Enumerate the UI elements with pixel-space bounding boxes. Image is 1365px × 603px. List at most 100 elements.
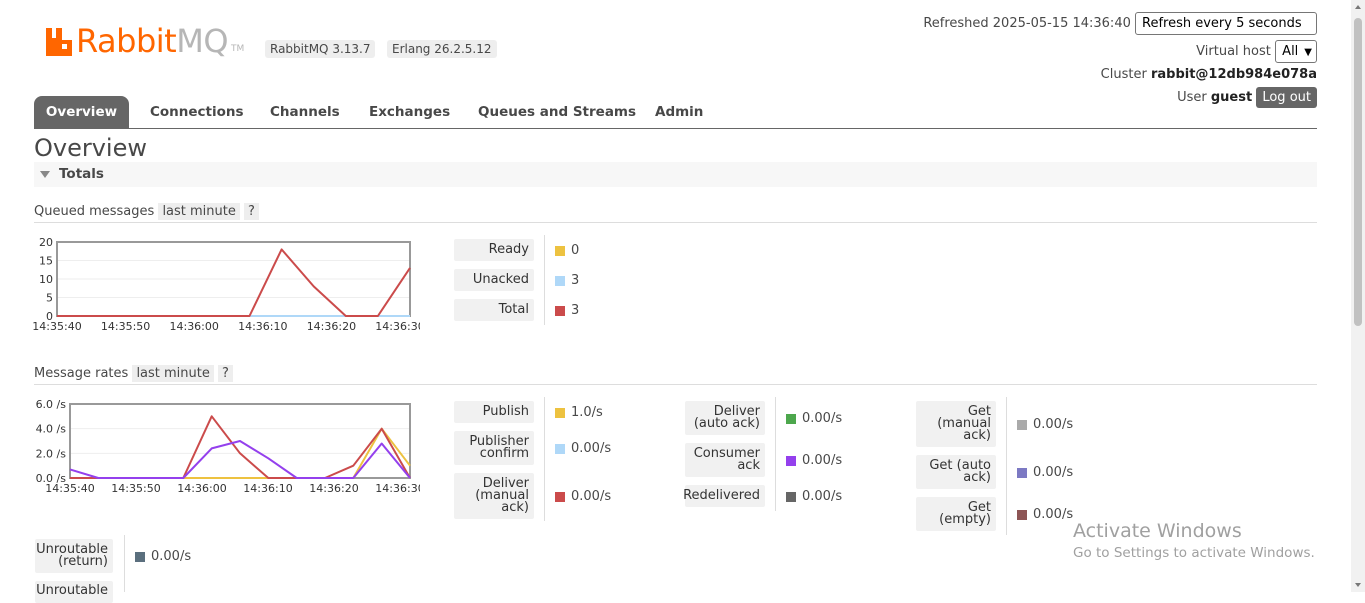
- x-tick-label: 14:35:50: [111, 482, 160, 495]
- legend-total-label[interactable]: Total: [454, 299, 534, 321]
- tab-channels[interactable]: Channels: [252, 96, 358, 128]
- legend-publisher-confirm-label[interactable]: Publisher confirm: [454, 431, 534, 465]
- legend-deliver-manual-ack-label[interactable]: Deliver (manual ack): [454, 473, 534, 519]
- get-manual-ack-value: 0.00/s: [1017, 417, 1073, 432]
- activate-windows-title: Activate Windows: [1073, 520, 1242, 542]
- consumer-ack-swatch: [786, 455, 796, 466]
- cluster-name: rabbit@12db984e078a: [1150, 67, 1317, 82]
- total-value: 3: [555, 303, 579, 318]
- legend-get-auto-ack-label[interactable]: Get (auto ack): [916, 455, 996, 489]
- rates-help-button[interactable]: ?: [218, 365, 233, 382]
- legend-redelivered-label[interactable]: Redelivered: [683, 485, 765, 507]
- legend-publish-label[interactable]: Publish: [454, 401, 534, 423]
- unroutable-return-value: 0.00/s: [135, 549, 191, 564]
- rabbitmq-version-badge: RabbitMQ 3.13.7: [265, 40, 376, 58]
- deliver-manual-ack-value: 0.00/s: [555, 489, 611, 504]
- legend-divider: [775, 397, 776, 511]
- scroll-up-icon[interactable]: [1355, 5, 1361, 9]
- chevron-down-icon: ▼: [1304, 47, 1312, 58]
- deliver-manual-ack-swatch: [555, 491, 565, 502]
- ready-swatch: [555, 245, 565, 256]
- publish-value: 1.0/s: [555, 405, 603, 420]
- page-title: Overview: [34, 134, 147, 162]
- y-tick-label: 6.0 /s: [36, 398, 67, 411]
- tab-overview[interactable]: Overview: [34, 96, 129, 128]
- x-tick-label: 14:36:20: [309, 482, 358, 495]
- queued-messages-chart: 2015105014:35:40 14:35:50 14:36:00 14:36:10…: [32, 236, 420, 333]
- logo-text-mq: MQ: [176, 22, 228, 60]
- cluster-row: Cluster rabbit@12db984e078a: [1101, 67, 1317, 82]
- scrollbar-thumb[interactable]: [1354, 18, 1362, 326]
- erlang-version-badge: Erlang 26.2.5.12: [387, 40, 497, 58]
- queued-help-button[interactable]: ?: [244, 203, 259, 220]
- queued-messages-title: Queued messages: [34, 204, 155, 219]
- queued-messages-heading: Queued messages last minute ?: [34, 203, 259, 220]
- x-tick-label: 14:35:40: [32, 320, 81, 333]
- y-tick-label: 2.0 /s: [36, 447, 67, 460]
- legend-unroutable-return-label[interactable]: Unroutable (return): [35, 539, 113, 573]
- main-tabs: Overview Connections Channels Exchanges …: [34, 96, 1317, 129]
- rates-range-button[interactable]: last minute: [132, 365, 214, 382]
- legend-consumer-ack-label[interactable]: Consumer ack: [685, 443, 765, 477]
- legend-ready-label[interactable]: Ready: [454, 239, 534, 261]
- collapse-triangle-icon: [40, 171, 50, 178]
- unacked-value: 3: [555, 273, 579, 288]
- vhost-row: Virtual host All ▼: [1196, 40, 1317, 63]
- get-auto-ack-swatch: [1017, 467, 1027, 478]
- x-tick-label: 14:35:40: [45, 482, 94, 495]
- x-tick-label: 14:36:00: [169, 320, 218, 333]
- deliver-auto-ack-swatch: [786, 413, 796, 424]
- unroutable-return-swatch: [135, 551, 145, 562]
- cluster-label: Cluster: [1100, 67, 1147, 82]
- tab-exchanges[interactable]: Exchanges: [351, 96, 468, 128]
- legend-get-empty-label[interactable]: Get (empty): [916, 497, 996, 531]
- activate-windows-subtitle: Go to Settings to activate Windows.: [1073, 545, 1315, 561]
- x-tick-label: 14:36:20: [307, 320, 356, 333]
- y-tick-label: 4.0 /s: [36, 423, 67, 436]
- scroll-down-icon[interactable]: [1355, 583, 1361, 587]
- x-tick-label: 14:36:30: [375, 320, 420, 333]
- legend-divider: [124, 535, 125, 592]
- legend-divider: [544, 235, 545, 325]
- get-empty-value: 0.00/s: [1017, 507, 1073, 522]
- ready-value: 0: [555, 243, 579, 258]
- refresh-interval-select[interactable]: Refresh every 5 seconds▼: [1135, 12, 1317, 50]
- message-rates-chart: 6.0 /s4.0 /s2.0 /s0.0 /s14:35:40 14:35:50…: [36, 398, 420, 495]
- refreshed-timestamp: Refreshed 2025-05-15 14:36:40: [923, 16, 1131, 31]
- refresh-row: Refreshed 2025-05-15 14:36:40 Refresh ev…: [923, 12, 1317, 50]
- vhost-select[interactable]: All ▼: [1275, 40, 1317, 63]
- tab-queues-and-streams[interactable]: Queues and Streams: [460, 96, 654, 128]
- page-scrollbar[interactable]: [1351, 0, 1365, 592]
- tab-connections[interactable]: Connections: [132, 96, 262, 128]
- queued-range-button[interactable]: last minute: [158, 203, 240, 220]
- consumer-ack-value: 0.00/s: [786, 453, 842, 468]
- divider: [34, 222, 1317, 223]
- publisher-confirm-swatch: [555, 443, 565, 454]
- message-rates-title: Message rates: [34, 366, 129, 381]
- y-tick-label: 5: [46, 292, 53, 305]
- message-rates-heading: Message rates last minute ?: [34, 365, 233, 382]
- legend-unroutable-drop-label[interactable]: Unroutable: [35, 581, 113, 603]
- legend-unacked-label[interactable]: Unacked: [454, 269, 534, 291]
- redelivered-value: 0.00/s: [786, 489, 842, 504]
- series-line-total: [57, 248, 411, 317]
- legend-deliver-auto-ack-label[interactable]: Deliver (auto ack): [685, 401, 765, 435]
- totals-section-title: Totals: [59, 166, 104, 182]
- totals-section-header[interactable]: Totals: [34, 162, 1317, 187]
- redelivered-swatch: [786, 491, 796, 502]
- get-empty-swatch: [1017, 509, 1027, 520]
- tab-admin[interactable]: Admin: [637, 96, 721, 128]
- get-manual-ack-swatch: [1017, 419, 1027, 430]
- logo-text-rabbit: Rabbit: [76, 22, 177, 60]
- legend-get-manual-ack-label[interactable]: Get (manual ack): [916, 401, 996, 447]
- get-auto-ack-value: 0.00/s: [1017, 465, 1073, 480]
- deliver-auto-ack-value: 0.00/s: [786, 411, 842, 426]
- rabbitmq-logo[interactable]: Rabbit MQ TM: [44, 22, 244, 58]
- x-tick-label: 14:35:50: [101, 320, 150, 333]
- rabbit-logo-icon: [46, 28, 72, 56]
- y-tick-label: 20: [39, 236, 53, 249]
- legend-divider: [544, 397, 545, 521]
- x-tick-label: 14:36:10: [238, 320, 287, 333]
- unacked-swatch: [555, 275, 565, 286]
- x-tick-label: 14:36:10: [243, 482, 292, 495]
